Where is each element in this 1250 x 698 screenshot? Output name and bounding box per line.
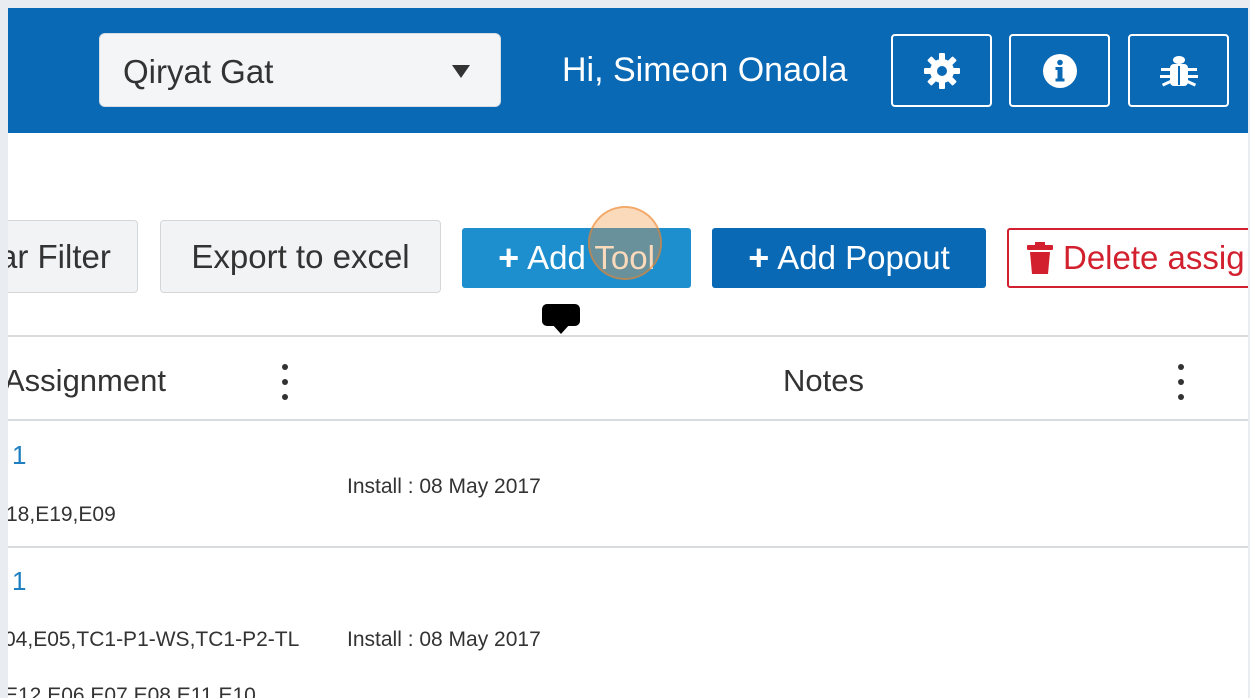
clear-filter-button[interactable]: ar Filter [8, 220, 138, 293]
row-entities: 18,E19,E09 [8, 503, 116, 526]
column-header-label: Assignment [8, 363, 166, 398]
site-select-value: Qiryat Gat [123, 53, 274, 90]
row-id-link[interactable]: 1 [12, 440, 26, 471]
export-to-excel-button[interactable]: Export to excel [160, 220, 441, 293]
info-icon [1042, 53, 1077, 88]
add-popout-label: Add Popout [777, 239, 950, 276]
chevron-down-icon [452, 65, 470, 78]
site-select-dropdown[interactable]: Qiryat Gat [99, 33, 501, 107]
column-header-notes[interactable]: Notes [783, 363, 864, 399]
export-label: Export to excel [191, 237, 410, 275]
click-indicator [588, 206, 662, 280]
info-button[interactable] [1009, 34, 1110, 107]
table-top-border [8, 335, 1248, 337]
column-header-assignment[interactable]: Assignment [8, 363, 166, 399]
gear-icon [923, 52, 960, 89]
app-viewport: Qiryat Gat Hi, Simeon Onaola ar Filter E… [8, 8, 1248, 698]
settings-button[interactable] [891, 34, 992, 107]
row-notes: Install : 08 May 2017 [347, 628, 541, 651]
header-divider [8, 419, 1248, 421]
user-greeting: Hi, Simeon Onaola [562, 51, 848, 89]
tooltip-pointer [542, 304, 580, 334]
delete-assignment-button[interactable]: Delete assig [1007, 228, 1248, 288]
row-divider [8, 546, 1248, 548]
report-bug-button[interactable] [1128, 34, 1229, 107]
add-popout-button[interactable]: + Add Popout [712, 228, 986, 288]
column-header-label: Notes [783, 363, 864, 398]
plus-icon: + [748, 237, 770, 278]
row-entities-continued: E12,E06,E07,E08,E11,E10 [8, 684, 256, 698]
bug-icon [1159, 55, 1198, 87]
row-id-link[interactable]: 1 [12, 566, 26, 597]
trash-icon [1027, 242, 1053, 274]
column-menu-icon[interactable] [282, 364, 288, 400]
plus-icon: + [498, 237, 520, 278]
column-menu-icon[interactable] [1178, 364, 1184, 400]
row-entities: 04,E05,TC1-P1-WS,TC1-P2-TL [8, 628, 300, 651]
delete-label: Delete assig [1063, 239, 1245, 276]
row-notes: Install : 08 May 2017 [347, 475, 541, 498]
clear-filter-label: ar Filter [8, 237, 111, 275]
top-header-bar: Qiryat Gat Hi, Simeon Onaola [8, 8, 1248, 133]
